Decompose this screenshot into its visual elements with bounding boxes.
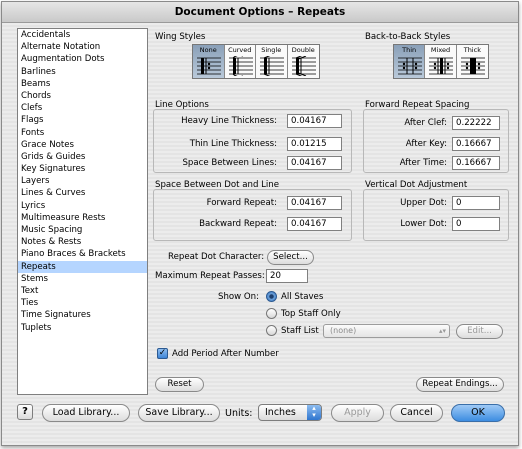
cancel-button[interactable]: Cancel	[390, 404, 443, 422]
sidebar-item-barlines[interactable]: Barlines	[18, 66, 147, 78]
units-popup[interactable]: Inches ▴ ▾	[258, 404, 322, 421]
window-title: Document Options – Repeats	[2, 2, 518, 23]
sidebar-item-layers[interactable]: Layers	[18, 175, 147, 187]
save-library-button[interactable]: Save Library...	[138, 404, 220, 422]
upper-dot-field[interactable]: 0	[452, 196, 500, 210]
wing-styles-selector: None Curved Single Double	[192, 44, 320, 79]
b2b-style-mixed-button[interactable]: Mixed	[425, 45, 457, 78]
heavy-line-label: Heavy Line Thickness:	[181, 116, 277, 126]
sidebar-item-grids-guides[interactable]: Grids & Guides	[18, 151, 147, 163]
sidebar-item-repeats[interactable]: Repeats	[18, 260, 147, 273]
wing-styles-title: Wing Styles	[155, 32, 206, 42]
sidebar-item-accidentals[interactable]: Accidentals	[18, 29, 147, 41]
wing-style-single-button[interactable]: Single	[256, 45, 288, 78]
sidebar-item-grace-notes[interactable]: Grace Notes	[18, 139, 147, 151]
sidebar-item-chords[interactable]: Chords	[18, 90, 147, 102]
dialog-content: Accidentals Alternate Notation Augmentatio…	[2, 23, 518, 445]
sidebar-item-augmentation-dots[interactable]: Augmentation Dots	[18, 53, 147, 65]
sidebar-item-multimeasure-rests[interactable]: Multimeasure Rests	[18, 212, 147, 224]
b2b-thin-icon	[398, 57, 422, 75]
show-on-staff-list-label: Staff List	[281, 326, 319, 336]
after-clef-field[interactable]: 0.22222	[452, 116, 500, 130]
forward-repeat-field[interactable]: 0.04167	[287, 196, 342, 210]
help-button[interactable]: ?	[17, 404, 33, 420]
max-repeat-passes-field[interactable]: 20	[266, 269, 308, 283]
sidebar-item-clefs[interactable]: Clefs	[18, 102, 147, 114]
b2b-styles-title: Back-to-Back Styles	[365, 32, 451, 42]
after-time-field[interactable]: 0.16667	[452, 156, 500, 170]
sidebar-item-lines-curves[interactable]: Lines & Curves	[18, 187, 147, 199]
backward-repeat-label: Backward Repeat:	[199, 219, 277, 229]
sidebar-item-key-signatures[interactable]: Key Signatures	[18, 163, 147, 175]
sidebar-item-alternate-notation[interactable]: Alternate Notation	[18, 41, 147, 53]
sidebar-item-music-spacing[interactable]: Music Spacing	[18, 224, 147, 236]
load-library-button[interactable]: Load Library...	[42, 404, 130, 422]
popup-arrows-icon: ▴▾	[438, 327, 446, 335]
b2b-style-thin-button[interactable]: Thin	[394, 45, 426, 78]
staff-list-edit-button[interactable]: Edit...	[456, 324, 503, 339]
units-label: Units:	[225, 408, 253, 419]
after-key-field[interactable]: 0.16667	[452, 137, 500, 151]
sidebar-item-flags[interactable]: Flags	[18, 114, 147, 126]
ok-button[interactable]: OK	[451, 404, 505, 422]
sidebar-item-ties[interactable]: Ties	[18, 297, 147, 309]
add-period-checkbox[interactable]: ✓	[157, 348, 168, 359]
sidebar-item-lyrics[interactable]: Lyrics	[18, 200, 147, 212]
show-on-all-staves-radio[interactable]	[266, 291, 277, 302]
thin-line-label: Thin Line Thickness:	[189, 139, 277, 149]
wing-double-icon	[291, 56, 316, 76]
b2b-styles-selector: Thin Mixed Thick	[393, 44, 489, 79]
repeat-endings-button[interactable]: Repeat Endings...	[416, 377, 504, 392]
wing-style-curved-button[interactable]: Curved	[225, 45, 256, 78]
wing-style-double-button[interactable]: Double	[288, 45, 319, 78]
show-on-top-staff-label: Top Staff Only	[281, 309, 341, 319]
sidebar-item-fonts[interactable]: Fonts	[18, 127, 147, 139]
apply-button[interactable]: Apply	[331, 404, 384, 422]
b2b-mixed-icon	[429, 57, 454, 75]
sidebar-item-beams[interactable]: Beams	[18, 78, 147, 90]
show-on-staff-list-radio[interactable]	[266, 325, 277, 336]
max-repeat-passes-label: Maximum Repeat Passes:	[155, 271, 265, 281]
units-value: Inches	[265, 407, 296, 418]
b2b-thick-icon	[460, 57, 485, 75]
forward-repeat-label: Forward Repeat:	[206, 198, 277, 208]
sidebar-item-time-signatures[interactable]: Time Signatures	[18, 309, 147, 321]
after-time-label: After Time:	[399, 158, 447, 168]
lower-dot-label: Lower Dot:	[400, 219, 447, 229]
document-options-window: Document Options – Repeats Accidentals Al…	[1, 1, 519, 446]
add-period-label: Add Period After Number	[172, 349, 279, 359]
after-clef-label: After Clef:	[404, 118, 447, 128]
repeat-dot-character-label: Repeat Dot Character:	[168, 252, 265, 262]
options-category-list[interactable]: Accidentals Alternate Notation Augmentatio…	[17, 28, 148, 395]
upper-dot-label: Upper Dot:	[400, 198, 447, 208]
backward-repeat-field[interactable]: 0.04167	[287, 217, 342, 231]
show-on-all-staves-label: All Staves	[281, 292, 324, 302]
sidebar-item-tuplets[interactable]: Tuplets	[18, 322, 147, 334]
popup-arrows-icon: ▴▾	[307, 405, 321, 420]
sidebar-item-stems[interactable]: Stems	[18, 273, 147, 285]
space-between-lines-field[interactable]: 0.04167	[287, 156, 342, 170]
select-repeat-dot-button[interactable]: Select...	[267, 250, 314, 265]
show-on-top-staff-radio[interactable]	[266, 308, 277, 319]
wing-style-none-button[interactable]: None	[193, 45, 225, 78]
wing-none-icon	[197, 57, 221, 75]
staff-list-value: (none)	[330, 326, 357, 335]
heavy-line-field[interactable]: 0.04167	[287, 114, 342, 128]
lower-dot-field[interactable]: 0	[452, 217, 500, 231]
thin-line-field[interactable]: 0.01215	[287, 137, 342, 151]
wing-single-icon	[260, 56, 284, 76]
sidebar-item-text[interactable]: Text	[18, 285, 147, 297]
show-on-label: Show On:	[218, 292, 260, 302]
sidebar-item-piano-braces-brackets[interactable]: Piano Braces & Brackets	[18, 248, 147, 260]
staff-list-popup[interactable]: (none) ▴▾	[323, 324, 450, 338]
reset-button[interactable]: Reset	[155, 377, 204, 392]
space-between-lines-label: Space Between Lines:	[182, 158, 277, 168]
wing-curved-icon	[228, 56, 253, 76]
after-key-label: After Key:	[405, 139, 447, 149]
b2b-style-thick-button[interactable]: Thick	[457, 45, 488, 78]
sidebar-item-notes-rests[interactable]: Notes & Rests	[18, 236, 147, 248]
